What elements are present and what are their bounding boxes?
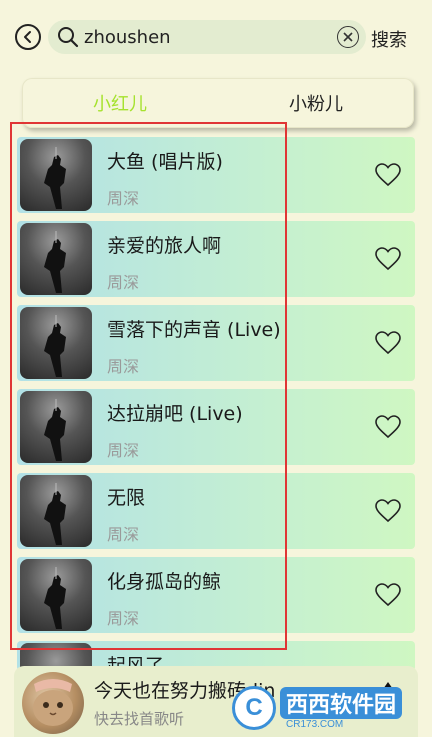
heart-icon[interactable] [375, 163, 401, 187]
clear-search-button[interactable] [337, 26, 359, 48]
heart-icon[interactable] [375, 499, 401, 523]
player-subtitle: 快去找首歌听 [94, 710, 185, 728]
song-artist: 周深 [107, 273, 140, 292]
singer-silhouette-icon [44, 231, 66, 293]
search-icon [58, 27, 79, 48]
album-thumbnail [20, 223, 92, 295]
chevron-left-icon [24, 31, 31, 43]
heart-icon[interactable] [375, 583, 401, 607]
song-artist: 周深 [107, 441, 140, 460]
search-box[interactable] [48, 20, 366, 54]
song-title: 化身孤岛的鲸 [107, 571, 222, 593]
song-artist: 周深 [107, 525, 140, 544]
song-row[interactable]: 化身孤岛的鲸 周深 [17, 557, 415, 633]
singer-silhouette-icon [44, 147, 66, 209]
song-title: 亲爱的旅人啊 [107, 235, 222, 257]
song-artist: 周深 [107, 189, 140, 208]
close-icon [343, 32, 353, 42]
watermark-text: 西西软件园 [280, 686, 403, 719]
back-button[interactable] [15, 24, 41, 50]
song-title: 无限 [107, 487, 146, 509]
heart-icon[interactable] [375, 415, 401, 439]
singer-silhouette-icon [44, 399, 66, 461]
top-bar: 搜索 [0, 0, 432, 76]
album-thumbnail [20, 139, 92, 211]
song-row[interactable]: 亲爱的旅人啊 周深 [17, 221, 415, 297]
song-artist: 周深 [107, 357, 140, 376]
album-thumbnail [20, 307, 92, 379]
album-thumbnail [20, 475, 92, 547]
album-thumbnail [20, 391, 92, 463]
song-title: 大鱼 (唱片版) [107, 151, 223, 173]
watermark-logo-icon: C [232, 686, 276, 730]
tab-xiaohonger[interactable]: 小红儿 [22, 90, 218, 116]
tab-bar: 小红儿 小粉儿 [22, 78, 414, 128]
song-row[interactable]: 雪落下的声音 (Live) 周深 [17, 305, 415, 381]
song-title: 达拉崩吧 (Live) [107, 403, 243, 425]
site-watermark: C 西西软件园 CR173.COM [232, 684, 412, 732]
player-cover-image [22, 672, 84, 734]
cat-avatar-icon [33, 679, 73, 726]
watermark-url: CR173.COM [286, 718, 344, 730]
song-row[interactable]: 达拉崩吧 (Live) 周深 [17, 389, 415, 465]
search-submit-button[interactable]: 搜索 [371, 26, 407, 52]
heart-icon[interactable] [375, 331, 401, 355]
tab-xiaofener[interactable]: 小粉儿 [218, 90, 414, 116]
song-list: 大鱼 (唱片版) 周深 亲爱的旅人啊 周深 雪落下的声音 (Live) 周深 达… [17, 137, 415, 671]
singer-silhouette-icon [44, 315, 66, 377]
heart-icon[interactable] [375, 247, 401, 271]
singer-silhouette-icon [44, 483, 66, 545]
song-row[interactable]: 无限 周深 [17, 473, 415, 549]
singer-silhouette-icon [44, 567, 66, 629]
song-artist: 周深 [107, 609, 140, 628]
song-title: 雪落下的声音 (Live) [107, 319, 281, 341]
search-input[interactable] [84, 23, 324, 51]
song-row[interactable]: 大鱼 (唱片版) 周深 [17, 137, 415, 213]
album-thumbnail [20, 559, 92, 631]
